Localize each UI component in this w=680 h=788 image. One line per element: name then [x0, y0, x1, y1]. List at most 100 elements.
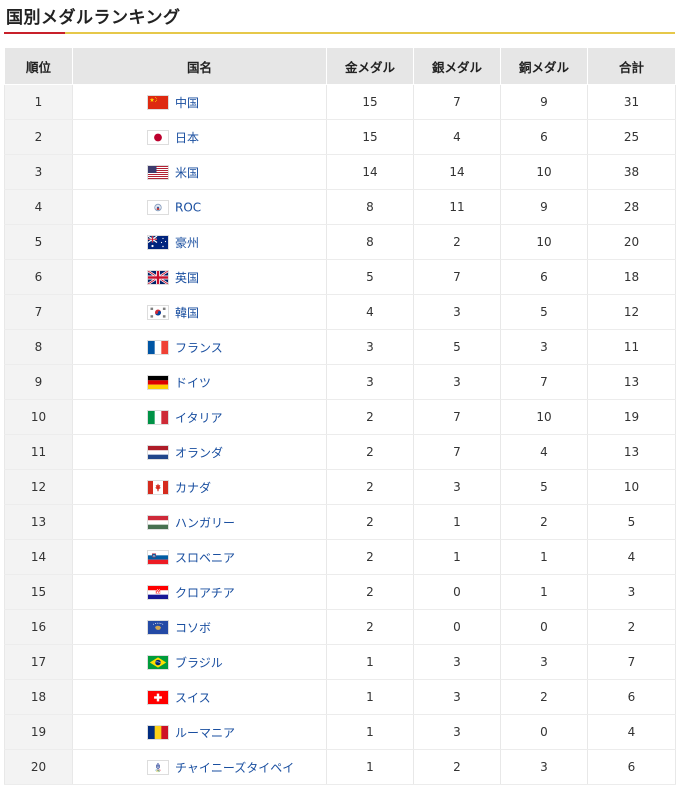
china-flag-icon — [148, 95, 168, 109]
country-cell: 中国 — [72, 84, 327, 120]
country-cell: クロアチア — [72, 574, 327, 610]
country-link[interactable]: スロベニア — [175, 551, 235, 565]
silver-cell: 0 — [413, 609, 501, 645]
country-link[interactable]: イタリア — [175, 411, 223, 425]
rank-cell: 9 — [4, 364, 73, 400]
total-cell: 25 — [587, 119, 676, 155]
gold-cell: 14 — [326, 154, 414, 190]
gold-cell: 3 — [326, 329, 414, 365]
country-cell: 英国 — [72, 259, 327, 295]
silver-cell: 0 — [413, 574, 501, 610]
rank-cell: 20 — [4, 749, 73, 785]
country-link[interactable]: クロアチア — [175, 586, 235, 600]
country-link[interactable]: ハンガリー — [175, 516, 235, 530]
country-cell: 豪州 — [72, 224, 327, 260]
rank-cell: 8 — [4, 329, 73, 365]
country-link[interactable]: チャイニーズタイペイ — [175, 761, 294, 775]
hungary-flag-icon — [148, 515, 168, 529]
table-row: 10 イタリア 2 7 10 19 — [4, 399, 676, 435]
header-row: 順位 国名 金メダル 銀メダル 銅メダル 合計 — [4, 47, 676, 85]
germany-flag-icon — [148, 375, 168, 389]
total-cell: 10 — [587, 469, 676, 505]
silver-cell: 3 — [413, 714, 501, 750]
kosovo-flag-icon — [148, 620, 168, 634]
gold-cell: 1 — [326, 749, 414, 785]
country-link[interactable]: ドイツ — [175, 376, 211, 390]
bronze-cell: 9 — [500, 84, 588, 120]
country-cell: コソボ — [72, 609, 327, 645]
header-gold: 金メダル — [326, 47, 414, 85]
country-link[interactable]: スイス — [175, 691, 211, 705]
country-link[interactable]: 米国 — [175, 166, 199, 180]
table-row: 1 中国 15 7 9 31 — [4, 84, 676, 120]
france-flag-icon — [148, 340, 168, 354]
silver-cell: 4 — [413, 119, 501, 155]
medal-ranking-page: 国別メダルランキング 順位 国名 金メダル 銀メダル 銅メダル 合計 1 中国 15… — [0, 0, 680, 788]
country-link[interactable]: コソボ — [175, 621, 211, 635]
country-link[interactable]: ルーマニア — [175, 726, 235, 740]
country-link[interactable]: 韓国 — [175, 306, 199, 320]
country-link[interactable]: 日本 — [175, 131, 199, 145]
total-cell: 6 — [587, 749, 676, 785]
bronze-cell: 7 — [500, 364, 588, 400]
total-cell: 19 — [587, 399, 676, 435]
japan-flag-icon — [148, 130, 168, 144]
header-total: 合計 — [587, 47, 676, 85]
usa-flag-icon — [148, 165, 168, 179]
gold-cell: 2 — [326, 434, 414, 470]
rank-cell: 15 — [4, 574, 73, 610]
total-cell: 4 — [587, 539, 676, 575]
bronze-cell: 10 — [500, 399, 588, 435]
rank-cell: 10 — [4, 399, 73, 435]
rank-cell: 4 — [4, 189, 73, 225]
total-cell: 3 — [587, 574, 676, 610]
total-cell: 2 — [587, 609, 676, 645]
total-cell: 4 — [587, 714, 676, 750]
country-link[interactable]: 英国 — [175, 271, 199, 285]
country-link[interactable]: カナダ — [175, 481, 211, 495]
country-link[interactable]: オランダ — [175, 446, 223, 460]
country-link[interactable]: ROC — [175, 200, 201, 214]
rank-cell: 3 — [4, 154, 73, 190]
country-link[interactable]: フランス — [175, 341, 223, 355]
netherlands-flag-icon — [148, 445, 168, 459]
table-row: 3 米国 14 14 10 38 — [4, 154, 676, 190]
country-cell: スロベニア — [72, 539, 327, 575]
country-cell: ルーマニア — [72, 714, 327, 750]
table-row: 16 コソボ 2 0 0 2 — [4, 609, 676, 645]
table-row: 12 カナダ 2 3 5 10 — [4, 469, 676, 505]
bronze-cell: 3 — [500, 329, 588, 365]
country-cell: ブラジル — [72, 644, 327, 680]
gold-cell: 3 — [326, 364, 414, 400]
total-cell: 7 — [587, 644, 676, 680]
uk-flag-icon — [148, 270, 168, 284]
country-link[interactable]: 豪州 — [175, 236, 199, 250]
silver-cell: 3 — [413, 364, 501, 400]
canada-flag-icon — [148, 480, 168, 494]
rank-cell: 13 — [4, 504, 73, 540]
header-country: 国名 — [72, 47, 327, 85]
total-cell: 12 — [587, 294, 676, 330]
medal-table-header: 順位 国名 金メダル 銀メダル 銅メダル 合計 — [4, 47, 676, 85]
silver-cell: 7 — [413, 399, 501, 435]
gold-cell: 2 — [326, 399, 414, 435]
rank-cell: 12 — [4, 469, 73, 505]
country-link[interactable]: 中国 — [175, 96, 199, 110]
country-cell: フランス — [72, 329, 327, 365]
gold-cell: 1 — [326, 714, 414, 750]
country-link[interactable]: ブラジル — [175, 656, 223, 670]
bronze-cell: 0 — [500, 609, 588, 645]
brazil-flag-icon — [148, 655, 168, 669]
silver-cell: 7 — [413, 434, 501, 470]
country-cell: スイス — [72, 679, 327, 715]
silver-cell: 2 — [413, 749, 501, 785]
silver-cell: 5 — [413, 329, 501, 365]
title-underline — [4, 32, 675, 34]
gold-cell: 2 — [326, 469, 414, 505]
silver-cell: 1 — [413, 504, 501, 540]
total-cell: 13 — [587, 434, 676, 470]
gold-cell: 8 — [326, 189, 414, 225]
table-row: 2 日本 15 4 6 25 — [4, 119, 676, 155]
total-cell: 5 — [587, 504, 676, 540]
silver-cell: 2 — [413, 224, 501, 260]
